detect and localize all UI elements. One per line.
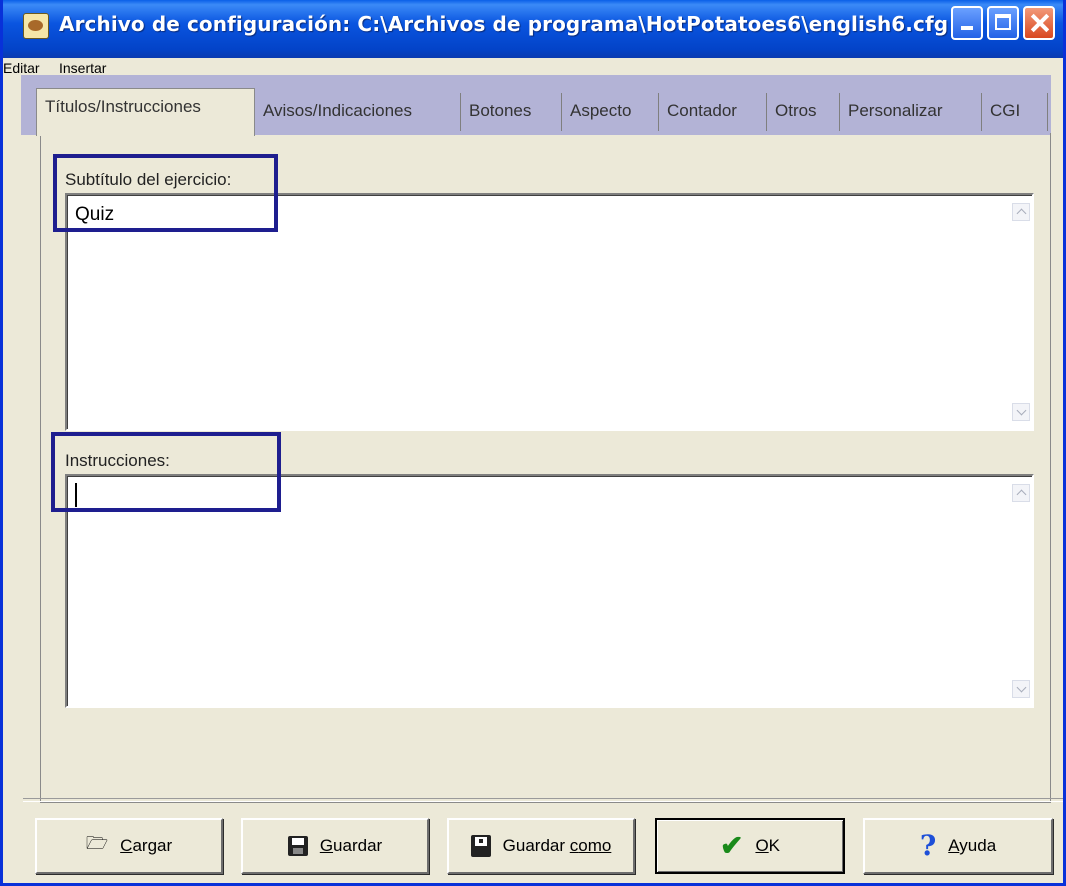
tab-avisos-indicaciones[interactable]: Avisos/Indicaciones <box>255 93 461 131</box>
menu-editar[interactable]: Editar <box>3 60 40 76</box>
tab-titulos-instrucciones[interactable]: Títulos/Instrucciones <box>36 88 255 136</box>
scroll-down-icon[interactable] <box>1012 403 1030 421</box>
help-question-icon: ? <box>919 829 937 862</box>
menu-insertar[interactable]: Insertar <box>59 60 106 76</box>
instructions-highlight-box <box>51 432 281 512</box>
ok-button[interactable]: ✔ OK <box>655 818 845 874</box>
maximize-button[interactable] <box>987 6 1019 40</box>
guardar-button[interactable]: Guardar <box>241 818 429 874</box>
tab-personalizar[interactable]: Personalizar <box>840 93 982 131</box>
checkmark-icon: ✔ <box>719 830 744 861</box>
subtitle-scrollbar[interactable] <box>1010 195 1032 429</box>
tab-otros[interactable]: Otros <box>767 93 840 131</box>
tab-botones[interactable]: Botones <box>461 93 562 131</box>
open-folder-icon: 🗁 <box>85 833 109 853</box>
tab-contador[interactable]: Contador <box>659 93 767 131</box>
tab-cgi[interactable]: CGI <box>982 93 1048 131</box>
tab-aspecto[interactable]: Aspecto <box>562 93 659 131</box>
hot-potatoes-app-icon[interactable] <box>23 13 49 39</box>
subtitle-highlight-box <box>53 154 278 232</box>
ayuda-button[interactable]: ? Ayuda <box>863 818 1053 874</box>
scroll-down-icon[interactable] <box>1012 680 1030 698</box>
instructions-scrollbar[interactable] <box>1010 476 1032 706</box>
cargar-button[interactable]: 🗁 Cargar <box>35 818 223 874</box>
minimize-button[interactable] <box>951 6 983 40</box>
save-as-icon <box>470 835 491 857</box>
bottom-divider <box>23 798 1063 802</box>
scroll-up-icon[interactable] <box>1012 484 1030 502</box>
guardar-como-button[interactable]: Guardar como <box>447 818 635 874</box>
config-window: Archivo de configuración: C:\Archivos de… <box>0 0 1066 886</box>
floppy-disk-icon <box>287 836 308 856</box>
title-bar[interactable]: Archivo de configuración: C:\Archivos de… <box>3 0 1063 58</box>
window-title: Archivo de configuración: C:\Archivos de… <box>59 12 949 36</box>
scroll-up-icon[interactable] <box>1012 203 1030 221</box>
close-button[interactable] <box>1023 6 1055 40</box>
